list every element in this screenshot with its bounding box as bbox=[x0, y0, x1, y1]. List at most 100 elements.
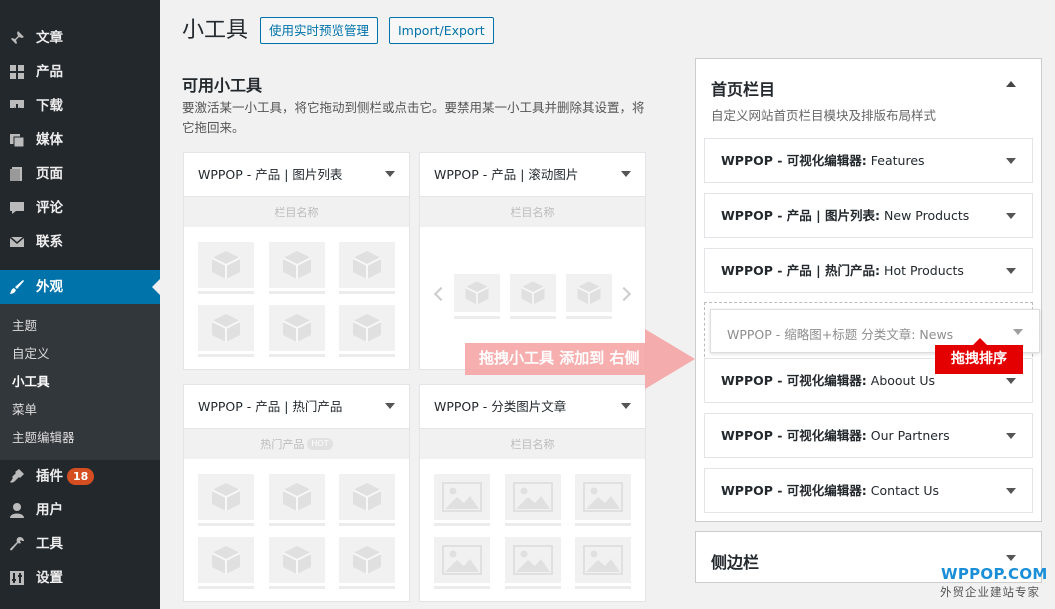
submenu-customize[interactable]: 自定义 bbox=[12, 346, 50, 362]
widget-header[interactable]: WPPOP - 分类图片文章 bbox=[420, 385, 645, 429]
update-count-badge: 18 bbox=[67, 468, 95, 485]
widget-category-image-posts[interactable]: WPPOP - 分类图片文章 栏目名称 bbox=[419, 384, 646, 602]
menu-pages[interactable]: 页面 bbox=[0, 157, 160, 191]
menu-label-text: 插件 bbox=[36, 468, 63, 485]
area-widget-title: WPPOP - 可视化编辑器: Our Partners bbox=[721, 428, 950, 444]
box-icon bbox=[198, 242, 254, 288]
area-widget[interactable]: WPPOP - 可视化编辑器: Contact Us bbox=[704, 468, 1033, 513]
brand-logo-text: WPPOP.COM bbox=[941, 565, 1048, 583]
thumb-caption-bar bbox=[339, 586, 395, 589]
thumb-caption-bar bbox=[434, 523, 490, 526]
preview-label-text: 热门产品 bbox=[260, 438, 305, 451]
widget-type: WPPOP - 可视化编辑器: bbox=[721, 428, 867, 443]
area-widget-title: WPPOP - 产品 | 热门产品: Hot Products bbox=[721, 263, 964, 279]
widget-name: Hot Products bbox=[884, 263, 964, 278]
menu-users[interactable]: 用户 bbox=[0, 493, 160, 527]
menu-posts[interactable]: 文章 bbox=[0, 21, 160, 55]
widget-name: New Products bbox=[884, 208, 970, 223]
preview-label: 栏目名称 bbox=[510, 206, 555, 219]
box-icon bbox=[454, 274, 500, 312]
comment-icon bbox=[8, 200, 26, 216]
download-icon bbox=[8, 98, 26, 114]
box-icon bbox=[269, 242, 325, 288]
menu-label: 设置 bbox=[36, 570, 63, 586]
hot-badge: HOT bbox=[307, 438, 333, 450]
image-icon bbox=[505, 537, 561, 583]
chevron-down-icon[interactable] bbox=[621, 171, 631, 177]
chevron-down-icon[interactable] bbox=[1006, 488, 1016, 494]
chevron-down-icon[interactable] bbox=[385, 403, 395, 409]
box-icon bbox=[198, 537, 254, 583]
menu-appearance[interactable]: 外观 bbox=[0, 270, 160, 304]
live-preview-button[interactable]: 使用实时预览管理 bbox=[260, 17, 379, 44]
thumb-caption-bar bbox=[434, 586, 490, 589]
widget-title: WPPOP - 产品 | 图片列表 bbox=[198, 167, 343, 182]
area-widget[interactable]: WPPOP - 产品 | 热门产品: Hot Products bbox=[704, 248, 1033, 293]
thumb-caption-bar bbox=[339, 523, 395, 526]
submenu-themes[interactable]: 主题 bbox=[12, 318, 37, 334]
preview-label: 栏目名称 bbox=[274, 206, 319, 219]
widget-header[interactable]: WPPOP - 产品 | 图片列表 bbox=[184, 153, 409, 197]
widget-header[interactable]: WPPOP - 产品 | 滚动图片 bbox=[420, 153, 645, 197]
box-icon bbox=[339, 305, 395, 351]
menu-products[interactable]: 产品 bbox=[0, 55, 160, 89]
chevron-down-icon[interactable] bbox=[1006, 433, 1016, 439]
preview-label: 栏目名称 bbox=[510, 438, 555, 451]
user-icon bbox=[8, 502, 26, 518]
thumb-caption-bar bbox=[339, 354, 395, 357]
thumb-caption-bar bbox=[505, 523, 561, 526]
widget-product-image-list[interactable]: WPPOP - 产品 | 图片列表 栏目名称 bbox=[183, 152, 410, 370]
widget-header[interactable]: WPPOP - 产品 | 热门产品 bbox=[184, 385, 409, 429]
pin-icon bbox=[8, 30, 26, 46]
chevron-down-icon[interactable] bbox=[1006, 158, 1016, 164]
home-sections-title[interactable]: 首页栏目 bbox=[711, 76, 775, 100]
area-widget[interactable]: WPPOP - 产品 | 图片列表: New Products bbox=[704, 193, 1033, 238]
menu-label: 评论 bbox=[36, 200, 63, 216]
menu-label: 页面 bbox=[36, 166, 63, 182]
box-icon bbox=[510, 274, 556, 312]
chevron-down-icon[interactable] bbox=[1006, 555, 1016, 561]
chevron-down-icon[interactable] bbox=[385, 171, 395, 177]
menu-label: 外观 bbox=[36, 279, 63, 295]
thumb-caption-bar bbox=[454, 316, 500, 319]
sidebar-area-title[interactable]: 侧边栏 bbox=[711, 549, 759, 573]
menu-label: 下载 bbox=[36, 98, 63, 114]
menu-comments[interactable]: 评论 bbox=[0, 191, 160, 225]
area-widget[interactable]: WPPOP - 可视化编辑器: Features bbox=[704, 138, 1033, 183]
brand-tagline: 外贸企业建站专家 bbox=[940, 585, 1040, 599]
available-widgets-title: 可用小工具 bbox=[182, 76, 263, 95]
menu-downloads[interactable]: 下载 bbox=[0, 89, 160, 123]
page-icon bbox=[8, 166, 26, 182]
submenu-theme-editor[interactable]: 主题编辑器 bbox=[12, 430, 75, 446]
menu-tools[interactable]: 工具 bbox=[0, 527, 160, 561]
menu-media[interactable]: 媒体 bbox=[0, 123, 160, 157]
chevron-right-icon bbox=[616, 286, 632, 302]
box-icon bbox=[566, 274, 612, 312]
image-icon bbox=[575, 537, 631, 583]
submenu-menus[interactable]: 菜单 bbox=[12, 402, 37, 418]
chevron-up-icon[interactable] bbox=[1006, 81, 1016, 87]
dragging-widget-title: WPPOP - 缩略图+标题 分类文章: News bbox=[727, 327, 954, 342]
thumb-caption-bar bbox=[510, 316, 556, 319]
menu-plugins[interactable]: 插件 18 bbox=[0, 459, 160, 493]
available-widgets-description: 要激活某一小工具，将它拖动到侧栏或点击它。要禁用某一小工具并删除其设置，将它拖回… bbox=[182, 100, 645, 135]
thumb-caption-bar bbox=[269, 291, 325, 294]
import-export-button[interactable]: Import/Export bbox=[389, 17, 494, 44]
sort-hint-tag: 拖拽排序 bbox=[935, 338, 1023, 374]
widget-type: WPPOP - 可视化编辑器: bbox=[721, 483, 867, 498]
submenu-widgets[interactable]: 小工具 bbox=[12, 374, 50, 390]
chevron-down-icon[interactable] bbox=[1006, 378, 1016, 384]
menu-settings[interactable]: 设置 bbox=[0, 561, 160, 595]
area-widget[interactable]: WPPOP - 可视化编辑器: Our Partners bbox=[704, 413, 1033, 458]
box-icon bbox=[339, 474, 395, 520]
box-icon bbox=[339, 242, 395, 288]
home-sections-description: 自定义网站首页栏目模块及排版布局样式 bbox=[711, 108, 937, 123]
menu-contact[interactable]: 联系 bbox=[0, 225, 160, 259]
chevron-down-icon[interactable] bbox=[1006, 213, 1016, 219]
widget-product-hot[interactable]: WPPOP - 产品 | 热门产品 热门产品 HOT bbox=[183, 384, 410, 602]
area-widget-title: WPPOP - 可视化编辑器: Contact Us bbox=[721, 483, 939, 499]
chevron-down-icon[interactable] bbox=[621, 403, 631, 409]
chevron-down-icon[interactable] bbox=[1006, 268, 1016, 274]
thumb-caption-bar bbox=[198, 291, 254, 294]
box-icon bbox=[339, 537, 395, 583]
